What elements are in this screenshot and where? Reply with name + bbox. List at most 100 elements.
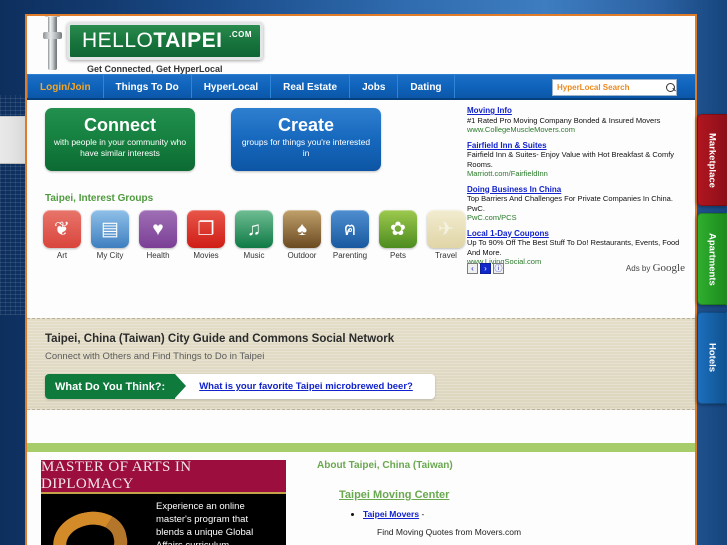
airplane-glyph: ✈ xyxy=(438,218,454,240)
ads-prev-button[interactable]: ‹ xyxy=(467,263,478,274)
main-navigation: Login/Join Things To Do HyperLocal Real … xyxy=(27,74,695,100)
nav-item-dating[interactable]: Dating xyxy=(398,75,455,100)
interest-groups-title: Taipei, Interest Groups xyxy=(45,193,154,204)
signpost-graphic xyxy=(37,16,63,72)
ad-title[interactable]: Moving Info xyxy=(467,106,685,116)
group-label-outdoor: Outdoor xyxy=(287,251,317,260)
main-content: Connect with people in your community wh… xyxy=(27,100,695,318)
promo-headline: MASTER OF ARTS IN DIPLOMACY xyxy=(41,460,286,494)
heart-pulse-icon[interactable]: ♥ xyxy=(139,210,177,248)
paw-glyph: ✿ xyxy=(390,218,406,240)
promo-artwork xyxy=(47,504,141,545)
taipei-movers-link[interactable]: Taipei Movers xyxy=(363,509,419,519)
tree-glyph: ♠ xyxy=(296,218,308,240)
promo-body: Experience an online master's program th… xyxy=(41,494,286,545)
music-glyph: ♫ xyxy=(246,218,262,240)
movers-dash: - xyxy=(421,509,425,519)
ads-info-icon[interactable]: ⓘ xyxy=(493,263,504,274)
ad-url: Marriott.com/FairfieldInn xyxy=(467,169,548,178)
site-logo[interactable]: HELLOTAIPEI .COM xyxy=(67,22,263,60)
group-health[interactable]: ♥ Health xyxy=(139,210,177,260)
paw-print-icon[interactable]: ✿ xyxy=(379,210,417,248)
buildings-icon[interactable]: ▤ xyxy=(91,210,129,248)
group-movies[interactable]: ❐ Movies xyxy=(187,210,225,260)
interest-groups-row: ❦ Art ▤ My City ♥ Health ❐ Movies ♫ Musi… xyxy=(43,210,465,260)
group-label-health: Health xyxy=(146,251,170,260)
ads-next-button[interactable]: › xyxy=(480,263,491,274)
group-label-movies: Movies xyxy=(193,251,219,260)
google-ads-panel: Moving Info #1 Rated Pro Moving Company … xyxy=(467,106,685,274)
group-parenting[interactable]: ฅ Parenting xyxy=(331,210,369,260)
tab-apartments[interactable]: Apartments xyxy=(697,213,727,305)
ad-item[interactable]: Doing Business In China Top Barriers And… xyxy=(467,185,685,223)
tab-hotels[interactable]: Hotels xyxy=(697,312,727,404)
nav-item-login-join[interactable]: Login/Join xyxy=(27,75,104,100)
city-guide-heading: Taipei, China (Taiwan) City Guide and Co… xyxy=(45,333,395,345)
music-note-icon[interactable]: ♫ xyxy=(235,210,273,248)
ad-title[interactable]: Local 1-Day Coupons xyxy=(467,229,685,239)
create-title: Create xyxy=(277,115,335,135)
group-label-my-city: My City xyxy=(96,251,124,260)
ad-item[interactable]: Fairfield Inn & Suites Fairfield Inn & S… xyxy=(467,141,685,179)
film-reel-icon[interactable]: ❐ xyxy=(187,210,225,248)
horn-icon xyxy=(47,504,133,545)
family-glyph: ฅ xyxy=(343,218,357,240)
search-input[interactable] xyxy=(557,83,666,92)
group-art[interactable]: ❦ Art xyxy=(43,210,81,260)
logo-dotcom: .COM xyxy=(229,30,252,39)
tab-marketplace[interactable]: Marketplace xyxy=(697,114,727,206)
film-glyph: ❐ xyxy=(197,218,215,240)
city-guide-band: Taipei, China (Taiwan) City Guide and Co… xyxy=(27,318,695,410)
nav-item-things-to-do[interactable]: Things To Do xyxy=(104,75,192,100)
page-container: HELLOTAIPEI .COM Get Connected, Get Hype… xyxy=(25,14,697,545)
sign-pole-band-icon xyxy=(43,32,62,39)
left-collapsed-panel[interactable] xyxy=(0,116,28,164)
bottom-section: MASTER OF ARTS IN DIPLOMACY Experience a… xyxy=(27,452,695,545)
search-box[interactable] xyxy=(552,79,677,96)
group-label-parenting: Parenting xyxy=(332,251,368,260)
poll-tag-label: What Do You Think?: xyxy=(45,374,187,399)
green-divider xyxy=(27,443,695,452)
site-tagline: Get Connected, Get HyperLocal xyxy=(87,64,223,74)
connect-button[interactable]: Connect with people in your community wh… xyxy=(45,108,195,171)
group-travel[interactable]: ✈ Travel xyxy=(427,210,465,260)
ads-attribution-prefix: Ads by xyxy=(625,263,653,273)
ad-title[interactable]: Fairfield Inn & Suites xyxy=(467,141,685,151)
group-label-pets: Pets xyxy=(389,251,406,260)
ads-footer: ‹ › ⓘ Ads by Google xyxy=(467,261,685,274)
group-label-travel: Travel xyxy=(435,251,457,260)
taipei-moving-center-link[interactable]: Taipei Moving Center xyxy=(339,489,449,501)
airplane-icon[interactable]: ✈ xyxy=(427,210,465,248)
cta-row: Connect with people in your community wh… xyxy=(45,108,381,171)
logo-taipei: TAIPEI xyxy=(153,29,223,52)
group-my-city[interactable]: ▤ My City xyxy=(91,210,129,260)
nav-item-hyperlocal[interactable]: HyperLocal xyxy=(192,75,272,100)
search-icon[interactable] xyxy=(666,82,676,93)
ad-title[interactable]: Doing Business In China xyxy=(467,185,685,195)
masks-icon[interactable]: ❦ xyxy=(43,210,81,248)
ad-description: Fairfield Inn & Suites- Enjoy Value with… xyxy=(467,150,675,169)
ad-url: PwC.com/PCS xyxy=(467,213,517,222)
ad-url: www.CollegeMuscleMovers.com xyxy=(467,125,575,134)
about-heading: About Taipei, China (Taiwan) xyxy=(317,460,453,471)
group-music[interactable]: ♫ Music xyxy=(235,210,273,260)
group-outdoor[interactable]: ♠ Outdoor xyxy=(283,210,321,260)
site-logo-text: HELLOTAIPEI xyxy=(70,29,223,53)
nav-item-real-estate[interactable]: Real Estate xyxy=(271,75,351,100)
right-side-tabs: Marketplace Apartments Hotels xyxy=(697,114,727,411)
masks-glyph: ❦ xyxy=(54,218,70,240)
content-gap xyxy=(27,410,695,443)
ads-attribution-brand: Google xyxy=(652,261,685,274)
poll-question-link[interactable]: What is your favorite Taipei microbrewed… xyxy=(175,374,413,399)
create-button[interactable]: Create groups for things you're interest… xyxy=(231,108,381,171)
promo-banner-ad[interactable]: MASTER OF ARTS IN DIPLOMACY Experience a… xyxy=(41,460,286,545)
tree-icon[interactable]: ♠ xyxy=(283,210,321,248)
nav-item-jobs[interactable]: Jobs xyxy=(350,75,399,100)
family-icon[interactable]: ฅ xyxy=(331,210,369,248)
promo-text: Experience an online master's program th… xyxy=(156,501,254,545)
poll-widget: What Do You Think?: What is your favorit… xyxy=(45,374,435,399)
ad-description: Up To 90% Off The Best Stuff To Do! Rest… xyxy=(467,238,680,257)
ad-description: Top Barriers And Challenges For Private … xyxy=(467,194,673,213)
group-pets[interactable]: ✿ Pets xyxy=(379,210,417,260)
ad-item[interactable]: Moving Info #1 Rated Pro Moving Company … xyxy=(467,106,685,135)
